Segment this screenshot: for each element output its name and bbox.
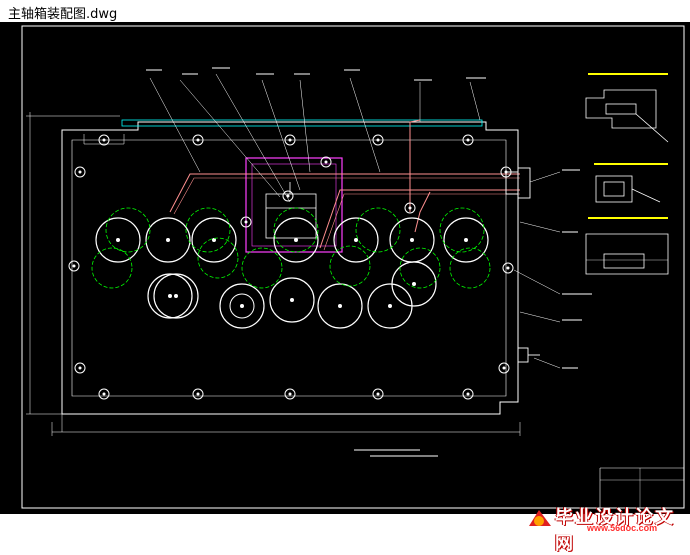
side-fitting	[505, 167, 540, 363]
bolt-center	[324, 160, 328, 164]
hole-center	[464, 238, 468, 242]
leader-lines	[149, 73, 561, 369]
hole-center	[410, 238, 414, 242]
hole-center	[388, 304, 392, 308]
bolt-center	[78, 170, 82, 174]
bolt-center	[72, 264, 76, 268]
spindle-holes	[95, 217, 489, 329]
pitch-circle	[197, 237, 239, 279]
pitch-circle	[91, 247, 133, 289]
bolt-center	[244, 220, 248, 224]
mounting-bolts	[68, 134, 514, 400]
detail-view-a	[585, 73, 669, 143]
top-cover	[121, 119, 483, 127]
hole-center	[294, 238, 298, 242]
bolt-center	[504, 170, 508, 174]
watermark-url: www.56doc.com	[587, 523, 658, 533]
bolt-center	[466, 138, 470, 142]
cad-drawing	[21, 25, 685, 509]
pitch-circle	[399, 247, 441, 289]
bolt-center	[102, 138, 106, 142]
pitch-circle	[241, 247, 283, 289]
bolt-center	[288, 138, 292, 142]
hole-center	[240, 304, 244, 308]
bolt-center	[102, 392, 106, 396]
bolt-center	[408, 206, 412, 210]
dimensions	[26, 112, 521, 436]
pitch-circle	[185, 207, 231, 253]
watermark: 毕业设计论文网 www.56doc.com	[525, 502, 690, 554]
pitch-circle	[273, 207, 319, 253]
hole-center	[212, 238, 216, 242]
drawing-canvas[interactable]: 毕业设计论文网 www.56doc.com	[0, 22, 690, 554]
detail-view-c	[585, 217, 669, 275]
bolt-center	[196, 392, 200, 396]
hole-center	[168, 294, 172, 298]
detail-view-b	[594, 163, 668, 203]
pitch-circle	[105, 207, 151, 253]
pitch-circle	[329, 245, 371, 287]
hole-center	[116, 238, 120, 242]
bolt-center	[376, 392, 380, 396]
title-bar: 主轴箱装配图.dwg	[0, 0, 690, 23]
watermark-logo-icon	[527, 510, 553, 529]
bolt-center	[196, 138, 200, 142]
bolt-center	[286, 194, 290, 198]
hole-center	[290, 298, 294, 302]
hole-center	[174, 294, 178, 298]
bolt-center	[466, 392, 470, 396]
drawing-frame	[21, 25, 685, 509]
pitch-circle	[449, 247, 491, 289]
window-title: 主轴箱装配图.dwg	[8, 7, 118, 22]
hole-center	[412, 282, 416, 286]
bolt-center	[288, 392, 292, 396]
bolt-center	[506, 266, 510, 270]
bolt-center	[376, 138, 380, 142]
hole-center	[338, 304, 342, 308]
pitch-circle	[355, 207, 401, 253]
bolt-center	[78, 366, 82, 370]
central-block	[265, 182, 317, 239]
hole-center	[166, 238, 170, 242]
bolt-center	[502, 366, 506, 370]
pitch-circles	[91, 207, 491, 289]
